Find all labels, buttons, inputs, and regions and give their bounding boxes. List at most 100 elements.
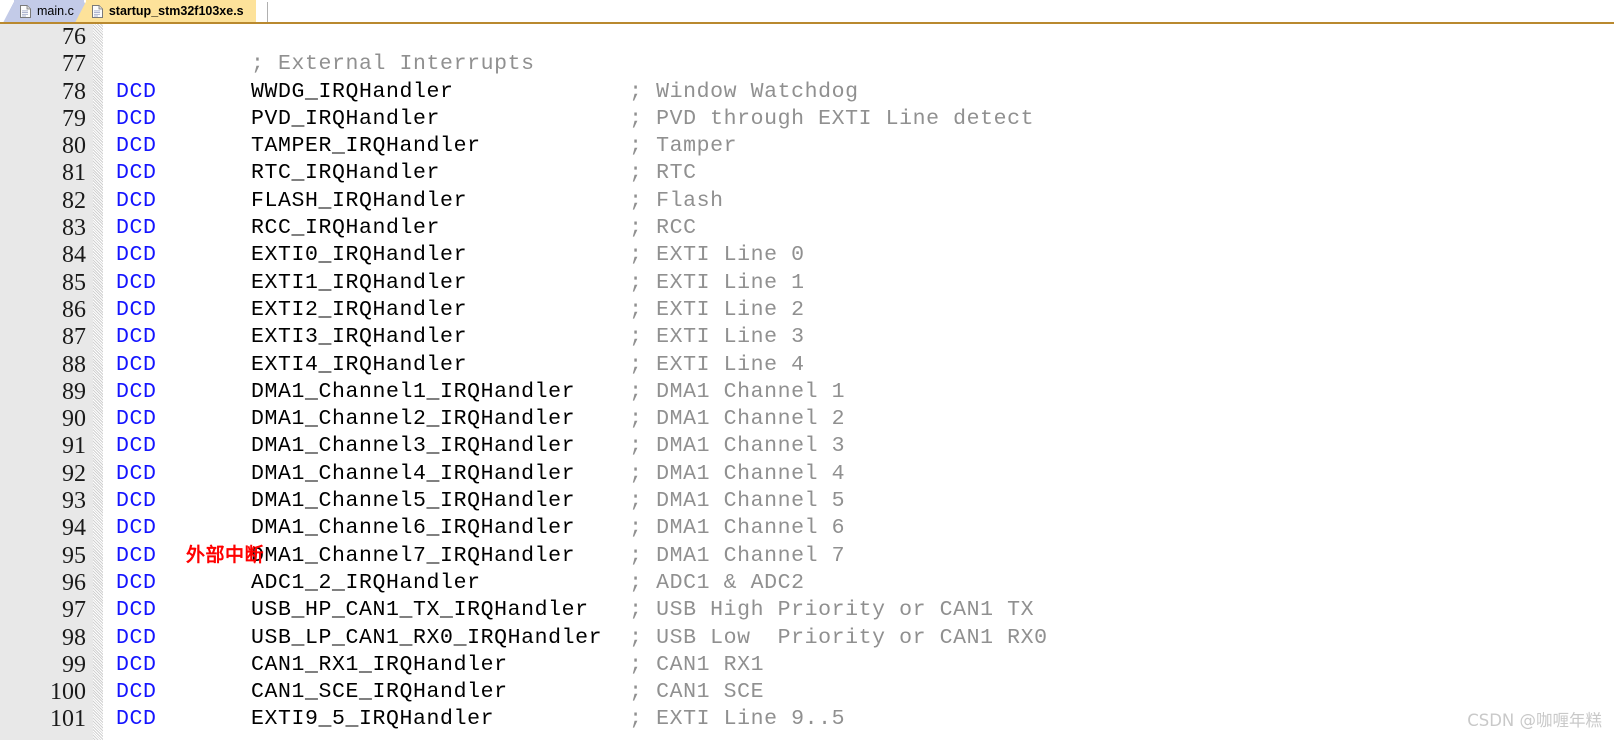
directive-keyword: DCD: [116, 161, 252, 186]
handler-symbol: EXTI0_IRQHandler: [251, 243, 630, 268]
handler-symbol: DMA1_Channel7_IRQHandler: [251, 543, 630, 568]
code-line[interactable]: 80 DCD TAMPER_IRQHandler ; Tamper: [0, 133, 1614, 160]
directive-keyword: DCD: [116, 216, 252, 241]
directive-keyword: DCD: [116, 434, 252, 459]
handler-symbol: CAN1_SCE_IRQHandler: [251, 680, 630, 705]
directive-keyword: DCD: [116, 379, 252, 404]
code-comment: ; EXTI Line 0: [629, 243, 805, 268]
code-line[interactable]: 91 DCD DMA1_Channel3_IRQHandler ; DMA1 Ch…: [0, 433, 1614, 460]
directive-keyword: DCD: [116, 570, 252, 595]
handler-symbol: USB_LP_CAN1_RX0_IRQHandler: [251, 625, 630, 650]
line-number: 82: [62, 187, 86, 214]
code-line[interactable]: 99 DCD CAN1_RX1_IRQHandler ; CAN1 RX1: [0, 652, 1614, 679]
line-number: 77: [62, 51, 86, 78]
code-comment: ; Flash: [629, 188, 724, 213]
code-text: DCD DMA1_Channel3_IRQHandler ; DMA1 Chan…: [116, 433, 845, 460]
code-comment: ; EXTI Line 1: [629, 270, 805, 295]
code-line[interactable]: 92 DCD DMA1_Channel4_IRQHandler ; DMA1 Ch…: [0, 461, 1614, 488]
handler-symbol: EXTI4_IRQHandler: [251, 352, 630, 377]
code-text: DCD EXTI3_IRQHandler ; EXTI Line 3: [116, 324, 805, 351]
handler-symbol: FLASH_IRQHandler: [251, 188, 630, 213]
code-comment: ; EXTI Line 4: [629, 352, 805, 377]
tab-main-c[interactable]: main.c: [3, 0, 95, 22]
handler-symbol: RCC_IRQHandler: [251, 216, 630, 241]
handler-symbol: USB_HP_CAN1_TX_IRQHandler: [251, 598, 630, 623]
handler-symbol: DMA1_Channel1_IRQHandler: [251, 379, 630, 404]
code-line[interactable]: 82 DCD FLASH_IRQHandler ; Flash: [0, 188, 1614, 215]
line-number: 98: [62, 624, 86, 651]
code-text: DCD EXTI4_IRQHandler ; EXTI Line 4: [116, 352, 805, 379]
handler-symbol: EXTI3_IRQHandler: [251, 325, 630, 350]
code-comment: ; Window Watchdog: [629, 79, 859, 104]
code-text: DCD USB_LP_CAN1_RX0_IRQHandler ; USB Low…: [116, 625, 1048, 652]
handler-symbol: DMA1_Channel2_IRQHandler: [251, 407, 630, 432]
directive-keyword: DCD: [116, 516, 252, 541]
code-comment: ; RCC: [629, 216, 697, 241]
code-text: ; External Interrupts: [116, 51, 535, 78]
code-text: DCD USB_HP_CAN1_TX_IRQHandler ; USB High…: [116, 597, 1034, 624]
code-line[interactable]: 77 ; External Interrupts: [0, 51, 1614, 78]
directive-keyword: DCD: [116, 106, 252, 131]
code-text: DCD DMA1_Channel5_IRQHandler ; DMA1 Chan…: [116, 488, 845, 515]
line-number: 76: [62, 24, 86, 50]
code-comment: ; PVD through EXTI Line detect: [629, 106, 1035, 131]
handler-symbol: EXTI2_IRQHandler: [251, 297, 630, 322]
directive-keyword: DCD: [116, 625, 252, 650]
code-line[interactable]: 83 DCD RCC_IRQHandler ; RCC: [0, 215, 1614, 242]
code-line[interactable]: 97 DCD USB_HP_CAN1_TX_IRQHandler ; USB Hi…: [0, 597, 1614, 624]
code-text: DCD EXTI1_IRQHandler ; EXTI Line 1: [116, 270, 805, 297]
code-text: DCD WWDG_IRQHandler ; Window Watchdog: [116, 79, 859, 106]
line-number: 79: [62, 105, 86, 132]
code-comment: ; DMA1 Channel 1: [629, 379, 846, 404]
code-line[interactable]: 96 DCD ADC1_2_IRQHandler ; ADC1 & ADC2: [0, 570, 1614, 597]
directive-keyword: DCD: [116, 270, 252, 295]
code-line[interactable]: 86 DCD EXTI2_IRQHandler ; EXTI Line 2: [0, 297, 1614, 324]
line-number: 78: [62, 78, 86, 105]
line-number: 92: [62, 460, 86, 487]
directive-keyword: DCD: [116, 325, 252, 350]
directive-keyword: DCD: [116, 297, 252, 322]
code-text: DCD EXTI0_IRQHandler ; EXTI Line 0: [116, 242, 805, 269]
directive-keyword: DCD: [116, 489, 252, 514]
line-number: 96: [62, 569, 86, 596]
code-comment: ; Tamper: [629, 134, 738, 159]
code-text: DCD EXTI2_IRQHandler ; EXTI Line 2: [116, 297, 805, 324]
handler-symbol: TAMPER_IRQHandler: [251, 134, 630, 159]
code-comment: ; DMA1 Channel 6: [629, 516, 846, 541]
code-line[interactable]: 84 DCD EXTI0_IRQHandler ; EXTI Line 0: [0, 242, 1614, 269]
handler-symbol: ADC1_2_IRQHandler: [251, 570, 630, 595]
tab-divider: [266, 2, 268, 22]
directive-keyword: DCD: [116, 188, 252, 213]
code-line[interactable]: 93 DCD DMA1_Channel5_IRQHandler ; DMA1 Ch…: [0, 488, 1614, 515]
code-text: DCD DMA1_Channel1_IRQHandler ; DMA1 Chan…: [116, 379, 845, 406]
code-line[interactable]: 78 DCD WWDG_IRQHandler ; Window Watchdog: [0, 79, 1614, 106]
code-text: DCD DMA1_Channel2_IRQHandler ; DMA1 Chan…: [116, 406, 845, 433]
line-number: 83: [62, 215, 86, 242]
code-line[interactable]: 76: [0, 24, 1614, 51]
csdn-watermark: CSDN @咖喱年糕: [1467, 711, 1602, 730]
handler-symbol: RTC_IRQHandler: [251, 161, 630, 186]
code-line[interactable]: 100 DCD CAN1_SCE_IRQHandler ; CAN1 SCE: [0, 679, 1614, 706]
code-line[interactable]: 101 DCD EXTI9_5_IRQHandler ; EXTI Line 9.…: [0, 706, 1614, 733]
directive-keyword: DCD: [116, 352, 252, 377]
code-line[interactable]: 87 DCD EXTI3_IRQHandler ; EXTI Line 3: [0, 324, 1614, 351]
code-line[interactable]: 88 DCD EXTI4_IRQHandler ; EXTI Line 4: [0, 352, 1614, 379]
code-line[interactable]: 81 DCD RTC_IRQHandler ; RTC: [0, 160, 1614, 187]
code-text: DCD ADC1_2_IRQHandler ; ADC1 & ADC2: [116, 570, 805, 597]
line-number: 101: [50, 706, 86, 733]
code-text: DCD EXTI9_5_IRQHandler ; EXTI Line 9..5: [116, 706, 845, 733]
tab-startup-stm32f103xe-s[interactable]: startup_stm32f103xe.s: [74, 0, 268, 22]
code-line[interactable]: 98 DCD USB_LP_CAN1_RX0_IRQHandler ; USB L…: [0, 625, 1614, 652]
code-text: DCD DMA1_Channel4_IRQHandler ; DMA1 Chan…: [116, 461, 845, 488]
handler-symbol: DMA1_Channel4_IRQHandler: [251, 461, 630, 486]
code-line[interactable]: 79 DCD PVD_IRQHandler ; PVD through EXTI …: [0, 106, 1614, 133]
code-line[interactable]: 89 DCD DMA1_Channel1_IRQHandler ; DMA1 Ch…: [0, 379, 1614, 406]
directive-keyword: DCD: [116, 243, 252, 268]
code-line[interactable]: 85 DCD EXTI1_IRQHandler ; EXTI Line 1: [0, 270, 1614, 297]
code-comment: ; CAN1 RX1: [629, 652, 765, 677]
code-line[interactable]: 90 DCD DMA1_Channel2_IRQHandler ; DMA1 Ch…: [0, 406, 1614, 433]
code-editor-pane[interactable]: 76 77 ; External Interrupts 78 DCD WWDG_IRQ…: [0, 24, 1614, 740]
code-comment: ; USB Low Priority or CAN1 RX0: [629, 625, 1048, 650]
directive-keyword: DCD: [116, 598, 252, 623]
code-line[interactable]: 94 DCD DMA1_Channel6_IRQHandler ; DMA1 Ch…: [0, 515, 1614, 542]
